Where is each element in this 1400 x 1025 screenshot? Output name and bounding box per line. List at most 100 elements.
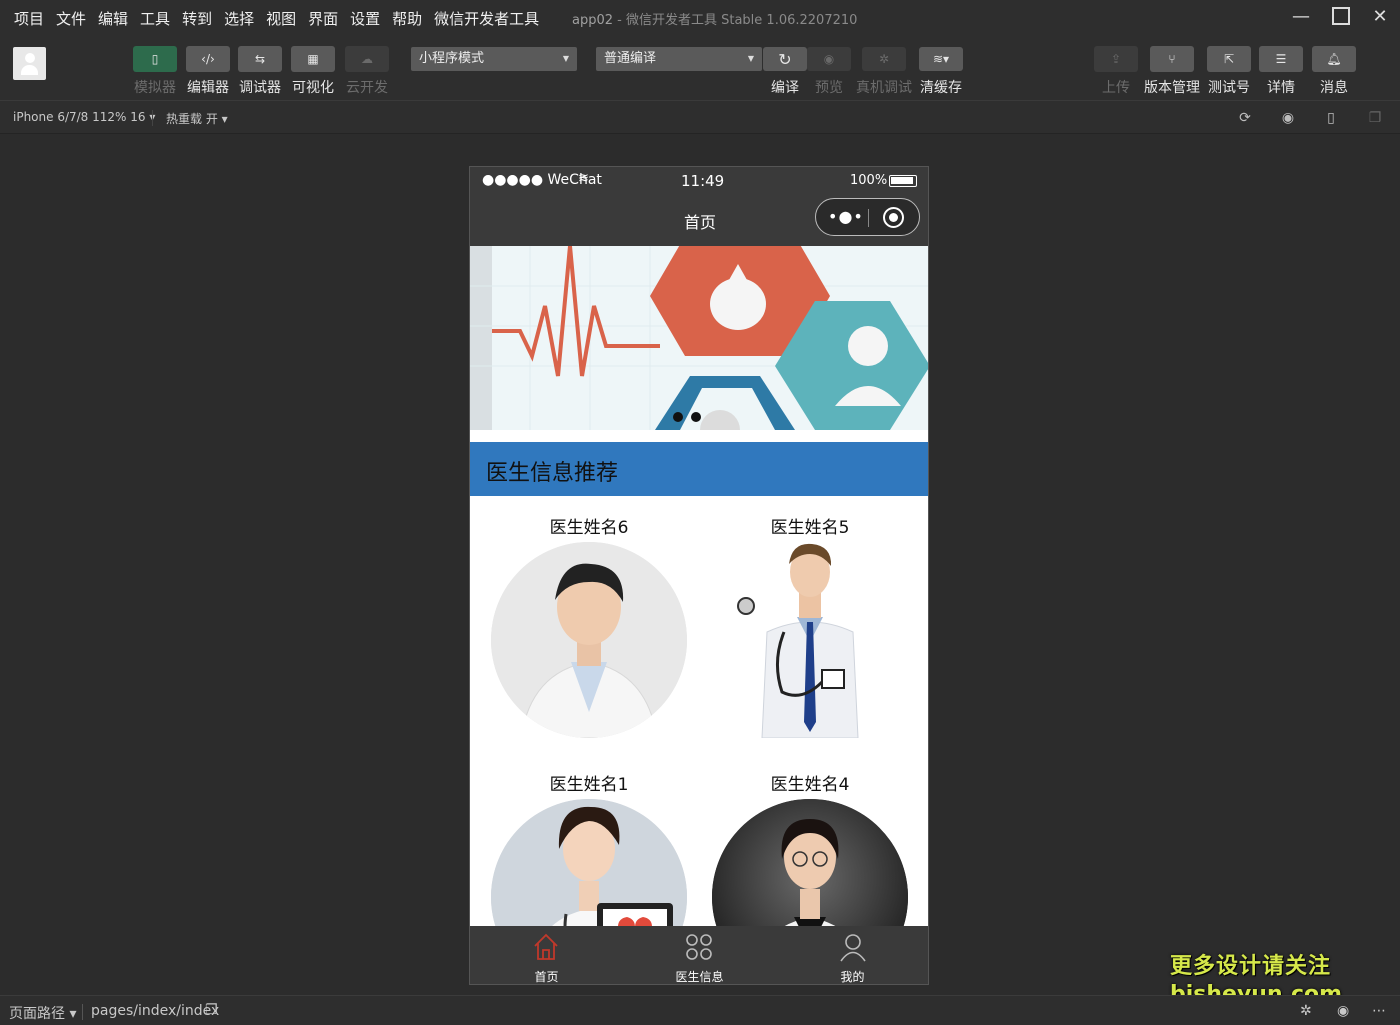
doctor-name: 医生姓名5 (770, 518, 850, 538)
capsule-menu[interactable]: •●• (815, 198, 920, 236)
close-icon[interactable]: ✕ (1368, 6, 1392, 30)
cloud-button[interactable]: ☁ (345, 46, 389, 72)
tab-label: 医生信息 (675, 970, 724, 984)
clear-cache-button[interactable]: ≋▾ (919, 47, 963, 71)
menu-help[interactable]: 帮助 (386, 8, 428, 29)
upload-label: 上传 (1102, 80, 1130, 96)
eye-icon: ◉ (823, 52, 835, 66)
hotreload-toggle[interactable]: 热重载 开 ▾ (166, 110, 228, 127)
compile-button[interactable]: ↻ (763, 47, 807, 71)
phone-icon: ▯ (151, 52, 159, 66)
window-title-main: 微信开发者工具 Stable 1.06.2207210 (625, 13, 858, 28)
copy-icon[interactable]: ❐ (205, 1002, 218, 1018)
banner-image (470, 246, 928, 430)
bug-icon[interactable]: ✲ (1300, 1003, 1312, 1019)
mode-select[interactable]: 小程序模式 ▼ (411, 47, 577, 71)
minimize-icon[interactable]: — (1289, 6, 1313, 30)
carousel-indicator[interactable] (673, 407, 709, 426)
messages-button[interactable]: 🔔︎ (1312, 46, 1356, 72)
simulator-button[interactable]: ▯ (133, 46, 177, 72)
tabbar: 首页 医生信息 我的 (470, 926, 928, 984)
device-icon[interactable]: ▯ (1323, 110, 1339, 126)
layers-icon: ≋▾ (932, 52, 950, 66)
phone-navbar: 首页 •●• (470, 195, 928, 246)
record-icon[interactable]: ◉ (1280, 110, 1296, 126)
upload-button[interactable]: ⇪ (1094, 46, 1138, 72)
battery-percent: 100% (850, 173, 888, 188)
menu-project[interactable]: 项目 (0, 8, 50, 29)
menu-view[interactable]: 视图 (260, 8, 302, 29)
user-icon (840, 934, 866, 962)
upload-icon: ⇪ (1110, 52, 1122, 66)
branch-icon: ⑂ (1168, 52, 1176, 66)
test-account-button[interactable]: ⇱ (1207, 46, 1251, 72)
section-title: 医生信息推荐 (486, 461, 619, 486)
banner-carousel[interactable] (470, 246, 928, 430)
device-select[interactable]: iPhone 6/7/8 112% 16 ▾ (13, 110, 155, 124)
doctor-name: 医生姓名1 (549, 775, 629, 795)
watermark-line1: 更多设计请关注 (1170, 954, 1332, 979)
preview-button[interactable]: ◉ (807, 47, 851, 71)
menu-interface[interactable]: 界面 (302, 8, 344, 29)
remote-debug-button[interactable]: ✲ (862, 47, 906, 71)
remote-debug-label: 真机调试 (856, 80, 912, 96)
avatar[interactable] (13, 47, 46, 80)
maximize-icon[interactable] (1329, 6, 1353, 30)
tab-label: 首页 (534, 970, 559, 984)
bug-icon: ✲ (878, 52, 890, 66)
close-miniprogram-icon[interactable] (883, 207, 904, 228)
toolbar: ▯ 模拟器 ‹/› 编辑器 ⇆ 调试器 ▦ 可视化 ☁ 云开发 小程序模式 ▼ … (0, 36, 1400, 100)
more-icon[interactable]: ⋯ (1372, 1003, 1386, 1019)
mode-select-value: 小程序模式 (419, 51, 485, 66)
debugger-button[interactable]: ⇆ (238, 46, 282, 72)
cloud-label: 云开发 (346, 80, 388, 96)
refresh-icon: ↻ (778, 49, 792, 69)
compile-select[interactable]: 普通编译 ▼ (596, 47, 762, 71)
doctor-photo (712, 542, 908, 738)
code-icon: ‹/› (201, 52, 215, 66)
compile-select-value: 普通编译 (604, 51, 657, 66)
section-header: 医生信息推荐 (470, 442, 928, 496)
menu-select[interactable]: 选择 (218, 8, 260, 29)
menu-settings[interactable]: 设置 (344, 8, 386, 29)
messages-label: 消息 (1320, 80, 1348, 96)
tab-mine[interactable]: 我的 (776, 926, 928, 984)
menu-goto[interactable]: 转到 (176, 8, 218, 29)
menu-icon: ☰ (1275, 52, 1287, 66)
battery-icon (889, 175, 917, 187)
window-icon[interactable]: ❐ (1367, 110, 1383, 126)
phone-simulator: ●●●●● WeChat ≋ 11:49 100% 首页 •●• 医生信息推荐 … (469, 166, 929, 985)
doctor-card[interactable]: 医生姓名5 (695, 513, 925, 738)
divider (152, 110, 153, 126)
window-title-app: app02 (572, 13, 614, 28)
menu-edit[interactable]: 编辑 (92, 8, 134, 29)
menu-file[interactable]: 文件 (50, 8, 92, 29)
phone-statusbar: ●●●●● WeChat ≋ 11:49 100% (470, 167, 928, 195)
page-path-toggle[interactable]: 页面路径 ▾ (9, 1003, 76, 1023)
tab-doctors[interactable]: 医生信息 (623, 926, 776, 984)
wifi-icon: ≋ (578, 171, 589, 186)
doctor-card[interactable]: 医生姓名6 (474, 513, 704, 738)
eye-icon[interactable]: ◉ (1337, 1003, 1349, 1019)
version-button[interactable]: ⑂ (1150, 46, 1194, 72)
grid-icon (686, 934, 712, 960)
menu-tools[interactable]: 工具 (134, 8, 176, 29)
version-label: 版本管理 (1144, 80, 1200, 96)
tab-home[interactable]: 首页 (470, 926, 623, 984)
debugger-label: 调试器 (239, 80, 281, 96)
bottom-statusbar: 页面路径 ▾ pages/index/index ❐ ✲ ◉ ⋯ (0, 995, 1400, 1025)
visual-button[interactable]: ▦ (291, 46, 335, 72)
divider (82, 1004, 83, 1020)
layout-icon: ▦ (307, 52, 319, 66)
more-icon[interactable]: •●• (828, 207, 864, 226)
simulator-subbar: iPhone 6/7/8 112% 16 ▾ 热重载 开 ▾ ⟳ ◉ ▯ ❐ (0, 100, 1400, 134)
menu-devtools[interactable]: 微信开发者工具 (428, 8, 545, 29)
chevron-down-icon: ▼ (562, 54, 569, 63)
doctor-name: 医生姓名6 (549, 518, 629, 538)
clear-cache-label: 清缓存 (920, 80, 962, 96)
editor-button[interactable]: ‹/› (186, 46, 230, 72)
details-button[interactable]: ☰ (1259, 46, 1303, 72)
visual-label: 可视化 (292, 80, 334, 96)
rotate-icon[interactable]: ⟳ (1237, 110, 1253, 126)
preview-label: 预览 (815, 80, 843, 96)
